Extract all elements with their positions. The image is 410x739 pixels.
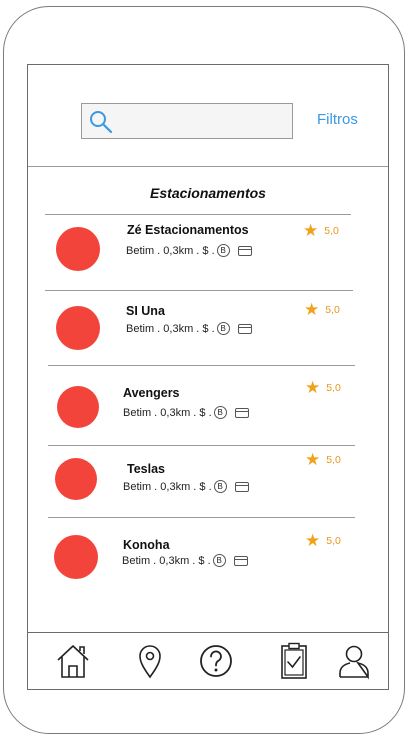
search-input[interactable] bbox=[120, 110, 286, 134]
header-divider bbox=[28, 166, 388, 167]
list-item[interactable]: Zé Estacionamentos Betim . 0,3km . $ . B… bbox=[28, 215, 388, 290]
parking-name: Avengers bbox=[123, 386, 180, 400]
list-item[interactable]: Konoha Betim . 0,3km . $ . B ★ 5,0 bbox=[28, 518, 388, 592]
coin-icon: B bbox=[213, 406, 227, 419]
rating: ★ 5,0 bbox=[305, 379, 341, 396]
rating-value: 5,0 bbox=[325, 303, 340, 316]
user-icon bbox=[339, 645, 369, 680]
list-item[interactable]: SI Una Betim . 0,3km . $ . B ★ 5,0 bbox=[28, 291, 388, 365]
rating-value: 5,0 bbox=[326, 381, 341, 394]
phone-frame: Filtros Estacionamentos Zé Estacionament… bbox=[3, 6, 405, 734]
parking-name: Teslas bbox=[127, 462, 165, 476]
avatar bbox=[54, 535, 98, 579]
rating-value: 5,0 bbox=[326, 534, 341, 547]
tab-location[interactable] bbox=[130, 641, 170, 681]
star-icon: ★ bbox=[303, 221, 319, 240]
parking-info: Betim . 0,3km . $ . B bbox=[123, 480, 249, 493]
coin-icon: B bbox=[216, 244, 230, 257]
home-icon bbox=[57, 645, 89, 678]
app-screen: Filtros Estacionamentos Zé Estacionament… bbox=[27, 64, 389, 690]
rating: ★ 5,0 bbox=[303, 222, 339, 239]
rating-value: 5,0 bbox=[326, 453, 341, 466]
rating: ★ 5,0 bbox=[304, 301, 340, 318]
location-text: Betim . 0,3km . $ . bbox=[126, 244, 215, 257]
parking-info: Betim . 0,3km . $ . B bbox=[123, 406, 249, 419]
rating-value: 5,0 bbox=[324, 224, 339, 237]
list-item[interactable]: Avengers Betim . 0,3km . $ . B ★ 5,0 bbox=[28, 366, 388, 445]
star-icon: ★ bbox=[305, 450, 321, 469]
search-box[interactable] bbox=[81, 103, 293, 139]
bottom-tab-bar bbox=[28, 632, 388, 689]
tab-home[interactable] bbox=[53, 641, 93, 681]
location-text: Betim . 0,3km . $ . bbox=[122, 554, 211, 567]
avatar bbox=[55, 458, 97, 500]
credit-card-icon bbox=[237, 323, 252, 334]
star-icon: ★ bbox=[305, 378, 321, 397]
rating: ★ 5,0 bbox=[305, 532, 341, 549]
coin-icon: B bbox=[213, 480, 227, 493]
avatar bbox=[57, 386, 99, 428]
parking-name: SI Una bbox=[126, 304, 165, 318]
avatar bbox=[56, 306, 100, 350]
tab-reservations[interactable] bbox=[274, 641, 314, 681]
credit-card-icon bbox=[233, 555, 248, 566]
location-text: Betim . 0,3km . $ . bbox=[123, 406, 212, 419]
credit-card-icon bbox=[234, 481, 249, 492]
search-icon bbox=[90, 111, 113, 134]
credit-card-icon bbox=[234, 407, 249, 418]
tab-help[interactable] bbox=[196, 641, 236, 681]
coin-icon: B bbox=[212, 554, 226, 567]
parking-info: Betim . 0,3km . $ . B bbox=[126, 244, 252, 257]
coin-icon: B bbox=[216, 322, 230, 335]
parking-name: Konoha bbox=[123, 538, 170, 552]
list-item[interactable]: Teslas Betim . 0,3km . $ . B ★ 5,0 bbox=[28, 446, 388, 517]
clipboard-check-icon bbox=[281, 642, 307, 679]
tab-profile[interactable] bbox=[334, 641, 374, 681]
location-text: Betim . 0,3km . $ . bbox=[126, 322, 215, 335]
credit-card-icon bbox=[237, 245, 252, 256]
avatar bbox=[56, 227, 100, 271]
rating: ★ 5,0 bbox=[305, 451, 341, 468]
star-icon: ★ bbox=[304, 300, 320, 319]
parking-info: Betim . 0,3km . $ . B bbox=[122, 554, 248, 567]
location-text: Betim . 0,3km . $ . bbox=[123, 480, 212, 493]
section-title: Estacionamentos bbox=[150, 185, 266, 201]
help-icon bbox=[200, 645, 232, 677]
parking-info: Betim . 0,3km . $ . B bbox=[126, 322, 252, 335]
parking-name: Zé Estacionamentos bbox=[127, 223, 249, 237]
filters-link[interactable]: Filtros bbox=[317, 111, 358, 128]
location-pin-icon bbox=[139, 645, 161, 679]
star-icon: ★ bbox=[305, 531, 321, 550]
